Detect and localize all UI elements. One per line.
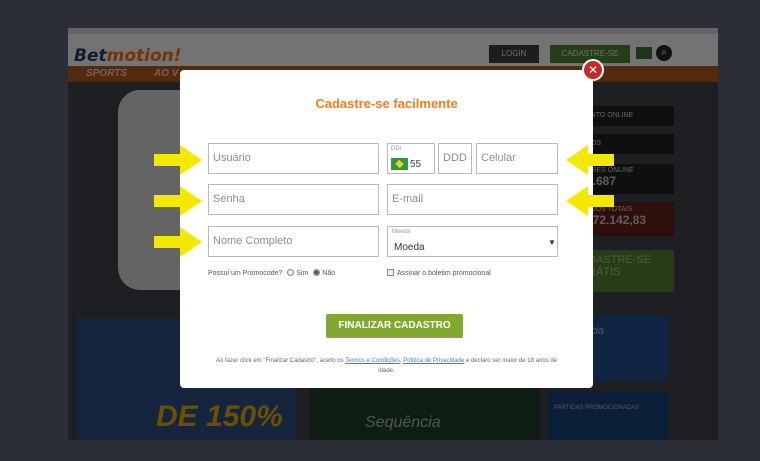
brazil-flag-icon [391,158,408,170]
arrow-left-icon [566,186,614,216]
submit-button[interactable]: FINALIZAR CADASTRO [326,314,463,338]
promocode-yes-radio[interactable] [287,269,295,276]
arrow-right-icon [154,227,202,257]
terms-link[interactable]: Termos e Condições [345,358,400,364]
ddd-field[interactable]: DDD [438,143,472,174]
password-field[interactable]: Senha [208,184,379,215]
newsletter-row: Assinar o boletim promocional [387,269,491,277]
ddi-select[interactable]: DDI 55 [387,143,435,174]
privacy-link[interactable]: Política de Privacidade [403,358,464,364]
promocode-question: Possui um Promocode? [208,270,283,277]
promocode-yes-label: Sim [296,270,309,277]
newsletter-label: Assinar o boletim promocional [397,270,491,277]
promocode-row: Possui um Promocode? Sim Não [208,269,335,277]
caret-down-icon: ▼ [548,238,556,247]
fullname-field[interactable]: Nome Completo [208,226,379,257]
signup-modal: Cadastre-se facilmente Usuário DDI 55 DD… [180,70,593,388]
currency-value: Moeda [394,242,425,253]
ddi-code: 55 [410,159,422,170]
currency-label: Moeda [392,229,411,235]
close-icon[interactable]: ✕ [582,59,604,81]
modal-title: Cadastre-se facilmente [315,96,458,111]
username-field[interactable]: Usuário [208,143,379,174]
email-field[interactable]: E-mail [387,184,558,215]
ddi-label: DDI [391,146,402,152]
legal-text: Ao fazer click em "Finalizar Cadastro", … [210,356,563,376]
promocode-no-label: Não [322,270,336,277]
newsletter-checkbox[interactable] [387,269,394,276]
promocode-no-radio[interactable] [313,269,321,276]
phone-field[interactable]: Celular [476,143,558,174]
currency-select[interactable]: Moeda Moeda ▼ [387,226,558,257]
arrow-left-icon [566,145,614,175]
legal-prefix: Ao fazer click em "Finalizar Cadastro", … [215,358,346,364]
arrow-right-icon [154,145,202,175]
arrow-right-icon [154,186,202,216]
